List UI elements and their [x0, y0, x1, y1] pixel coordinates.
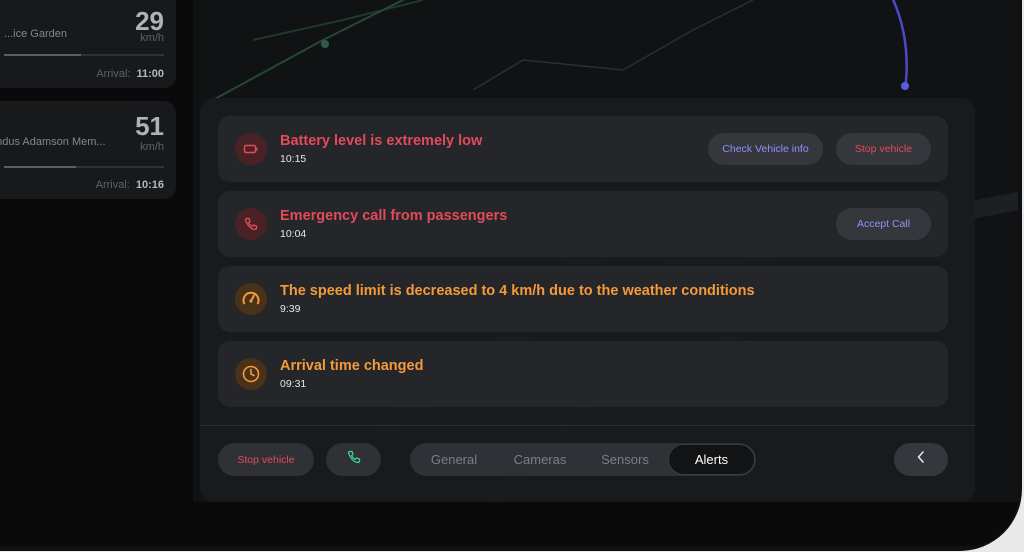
- clock-icon: [235, 358, 267, 390]
- alert-title: Arrival time changed: [280, 358, 424, 374]
- arrival-label: Arrival:: [96, 68, 131, 80]
- trip-card[interactable]: 51 km/h andus Adamson Mem... Arrival: 10:…: [0, 101, 176, 199]
- chevron-left-icon: [915, 450, 927, 469]
- check-vehicle-info-button[interactable]: Check Vehicle info: [708, 133, 823, 165]
- arrival-time: 11:00: [136, 68, 164, 80]
- alert-time: 9:39: [280, 303, 301, 315]
- battery-icon: [235, 133, 267, 165]
- speedometer-icon: [235, 283, 267, 315]
- accept-call-button[interactable]: Accept Call: [836, 208, 931, 240]
- alert-card-emergency-call[interactable]: Emergency call from passengers 10:04 Acc…: [218, 191, 948, 257]
- phone-icon: [235, 208, 267, 240]
- stop-vehicle-button[interactable]: Stop vehicle: [218, 443, 314, 476]
- tab-bar: General Cameras Sensors Alerts: [410, 443, 756, 476]
- phone-icon: [346, 449, 362, 470]
- trip-speed: 51: [135, 111, 164, 141]
- trips-panel: 29 km/h ...ice Garden Arrival: 11:00 51 k…: [0, 0, 192, 502]
- alert-time: 09:31: [280, 378, 307, 390]
- trip-progress-bar: [4, 54, 164, 56]
- tab-sensors[interactable]: Sensors: [582, 443, 668, 476]
- alert-time: 10:04: [280, 228, 307, 240]
- divider: [200, 425, 975, 426]
- screen: 29 km/h ...ice Garden Arrival: 11:00 51 k…: [0, 0, 1018, 546]
- alert-title: Battery level is extremely low: [280, 133, 483, 149]
- alert-card-arrival-time[interactable]: Arrival time changed 09:31: [218, 341, 948, 407]
- trip-arrival: Arrival: 10:16: [96, 179, 164, 191]
- trip-card[interactable]: 29 km/h ...ice Garden Arrival: 11:00: [0, 0, 176, 88]
- trip-progress-bar: [4, 166, 164, 168]
- back-button[interactable]: [894, 443, 948, 476]
- arrival-time: 10:16: [135, 179, 164, 191]
- alert-title: Emergency call from passengers: [280, 208, 508, 224]
- stop-vehicle-alert-button[interactable]: Stop vehicle: [836, 133, 931, 165]
- trip-destination: andus Adamson Mem...: [0, 136, 106, 148]
- trip-speed-unit: km/h: [140, 141, 164, 153]
- call-button[interactable]: [326, 443, 381, 476]
- trip-speed-unit: km/h: [140, 32, 164, 44]
- alert-card-speed-limit[interactable]: The speed limit is decreased to 4 km/h d…: [218, 266, 948, 332]
- trip-destination: ...ice Garden: [4, 28, 67, 40]
- device-frame: 29 km/h ...ice Garden Arrival: 11:00 51 k…: [0, 0, 1022, 551]
- alert-time: 10:15: [280, 153, 307, 165]
- tab-general[interactable]: General: [410, 443, 498, 476]
- trip-arrival: Arrival: 11:00: [96, 68, 164, 80]
- tab-cameras[interactable]: Cameras: [498, 443, 582, 476]
- tab-alerts[interactable]: Alerts: [668, 444, 755, 475]
- alerts-panel: Battery level is extremely low 10:15 Che…: [200, 98, 975, 502]
- arrival-label: Arrival:: [95, 179, 130, 191]
- alert-title: The speed limit is decreased to 4 km/h d…: [280, 283, 755, 299]
- alert-card-battery[interactable]: Battery level is extremely low 10:15 Che…: [218, 116, 948, 182]
